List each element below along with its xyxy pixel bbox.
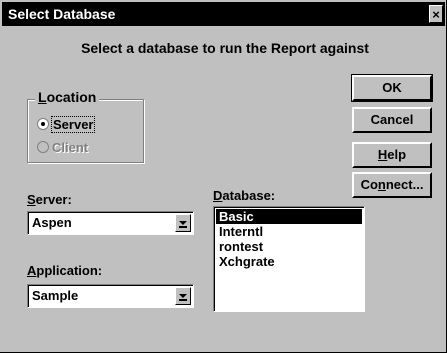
database-list[interactable]: Basic Interntl rontest Xchgrate [213, 206, 365, 312]
radio-server-label: Server [50, 116, 96, 133]
radio-server[interactable]: Server [37, 116, 96, 133]
window-title: Select Database [8, 6, 116, 22]
application-mnemonic: A [27, 263, 37, 278]
location-label-rest: ocation [46, 89, 97, 105]
radio-client-label: Client [52, 140, 89, 155]
application-dropdown-arrow-icon[interactable] [175, 287, 191, 305]
connect-label-pre: Co [360, 177, 378, 192]
help-mnemonic: H [377, 147, 388, 162]
server-select[interactable]: Aspen [27, 211, 194, 235]
connect-mnemonic: n [377, 177, 386, 192]
help-button[interactable]: Help [352, 142, 432, 168]
application-label: Application: [27, 263, 102, 278]
cancel-button[interactable]: Cancel [352, 107, 432, 133]
server-select-value: Aspen [32, 215, 72, 230]
server-dropdown-arrow-icon[interactable] [175, 214, 191, 232]
database-list-item[interactable]: Basic [216, 209, 362, 224]
help-label-rest: elp [387, 147, 407, 162]
server-label: Server: [27, 192, 72, 207]
application-label-rest: pplication: [36, 263, 103, 278]
database-list-item[interactable]: rontest [216, 239, 362, 254]
radio-client: Client [37, 140, 88, 155]
database-list-item[interactable]: Interntl [216, 224, 362, 239]
location-group-label: Location [35, 89, 100, 105]
application-select[interactable]: Sample [27, 284, 194, 308]
connect-button[interactable]: Connect... [352, 172, 432, 198]
close-icon[interactable]: × [429, 5, 443, 23]
database-list-item[interactable]: Xchgrate [216, 254, 362, 269]
server-mnemonic: S [27, 192, 36, 207]
radio-server-indicator[interactable] [37, 118, 49, 130]
database-mnemonic: D [213, 188, 223, 203]
application-select-value: Sample [32, 288, 79, 303]
title-bar[interactable]: Select Database × [2, 2, 445, 26]
server-label-rest: erver: [35, 192, 72, 207]
ok-button[interactable]: OK [351, 74, 433, 102]
location-mnemonic: L [38, 89, 47, 105]
database-label-rest: atabase: [222, 188, 276, 203]
radio-client-indicator [37, 141, 49, 153]
select-database-dialog: Select Database × Select a database to r… [0, 0, 447, 353]
database-label: Database: [213, 188, 275, 203]
instruction-text: Select a database to run the Report agai… [81, 40, 369, 56]
connect-label-rest: nect... [385, 177, 424, 192]
